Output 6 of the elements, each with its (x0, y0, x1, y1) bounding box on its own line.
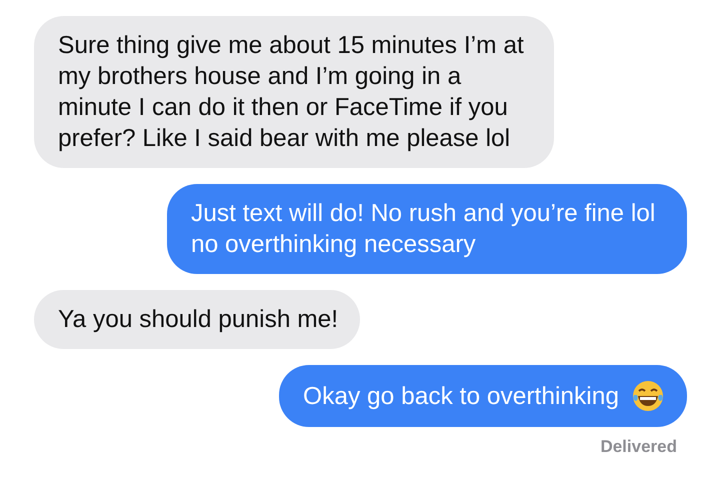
message-text: Just text will do! No rush and you’re fine lol no overthinking necessary (191, 199, 656, 260)
message-text: Ya you should punish me! (58, 305, 338, 335)
laughing-emoji-icon (631, 379, 665, 413)
message-text: Okay go back to overthinking (303, 382, 619, 412)
delivery-status: Delivered (600, 437, 678, 457)
message-text: Sure thing give me about 15 minutes I’m at my brothers house and I’m going in a minute I can do it then or FaceTime if you prefer? Like I said bear with me please lol (58, 31, 525, 154)
